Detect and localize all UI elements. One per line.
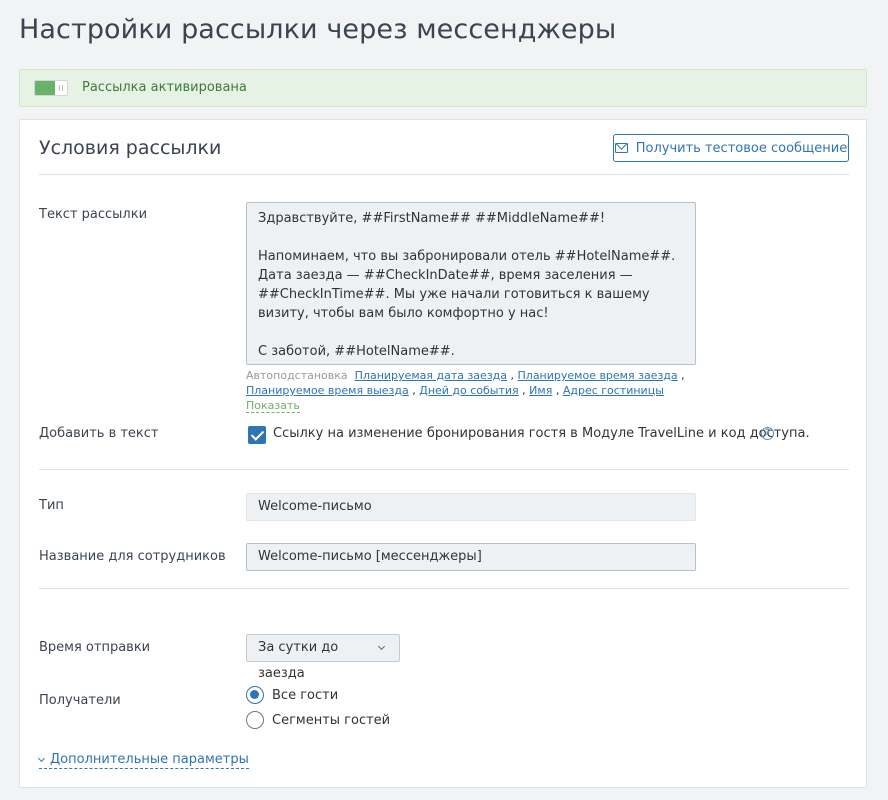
- type-label: Тип: [39, 498, 64, 513]
- show-more-link[interactable]: Показать: [246, 399, 300, 413]
- status-banner: Рассылка активирована: [19, 69, 867, 107]
- get-test-message-button[interactable]: Получить тестовое сообщение: [613, 134, 849, 162]
- radio-all-guests-label[interactable]: Все гости: [272, 688, 338, 703]
- additional-params-label: Дополнительные параметры: [50, 752, 249, 767]
- staff-name-label: Название для сотрудников: [39, 549, 226, 564]
- add-to-text-label: Добавить в текст: [39, 426, 159, 441]
- send-time-select[interactable]: За сутки до заезда: [246, 634, 400, 681]
- divider: [39, 588, 849, 589]
- radio-guest-segments[interactable]: [246, 711, 264, 729]
- status-toggle[interactable]: [34, 80, 68, 96]
- autosubst-label: Автоподстановка: [246, 369, 348, 382]
- type-field: Welcome-письмо: [246, 493, 696, 521]
- send-time-value: За сутки до заезда: [258, 640, 339, 681]
- card-title: Условия рассылки: [39, 137, 222, 159]
- status-text: Рассылка активирована: [82, 80, 247, 95]
- booking-link-checkbox[interactable]: [248, 426, 266, 444]
- chevron-down-icon: [377, 642, 386, 651]
- conditions-card: Условия рассылки Получить тестовое сообщ…: [19, 119, 867, 788]
- autosubst-link[interactable]: Дней до события: [419, 384, 518, 397]
- mail-icon: [614, 143, 628, 153]
- autosubst-link[interactable]: Адрес гостиницы: [563, 384, 664, 397]
- chevron-down-icon: [37, 754, 46, 762]
- page-title: Настройки рассылки через мессенджеры: [19, 14, 617, 45]
- toggle-grip-icon: [59, 85, 63, 91]
- divider: [39, 469, 849, 470]
- message-textarea[interactable]: Здравствуйте, ##FirstName## ##MiddleName…: [246, 202, 696, 365]
- autosubst-link[interactable]: Планируемое время выезда: [246, 384, 409, 397]
- autosubstitution-row: Автоподстановка Планируемая дата заезда …: [246, 369, 685, 413]
- booking-link-checkbox-label[interactable]: Ссылку на изменение бронирования гостя в…: [273, 426, 810, 441]
- help-icon[interactable]: ?: [761, 427, 774, 440]
- autosubst-link[interactable]: Планируемое время заезда: [518, 369, 678, 382]
- additional-params-toggle[interactable]: Дополнительные параметры: [37, 752, 249, 769]
- radio-all-guests[interactable]: [246, 686, 264, 704]
- autosubst-link[interactable]: Планируемая дата заезда: [355, 369, 507, 382]
- divider: [39, 174, 849, 175]
- message-text-label: Текст рассылки: [39, 207, 148, 222]
- autosubst-link[interactable]: Имя: [529, 384, 552, 397]
- recipients-label: Получатели: [39, 693, 121, 708]
- toggle-fill: [35, 81, 55, 95]
- staff-name-field[interactable]: Welcome-письмо [мессенджеры]: [246, 543, 696, 571]
- test-button-label: Получить тестовое сообщение: [635, 140, 848, 156]
- radio-guest-segments-label[interactable]: Сегменты гостей: [272, 713, 390, 728]
- send-time-label: Время отправки: [39, 640, 151, 655]
